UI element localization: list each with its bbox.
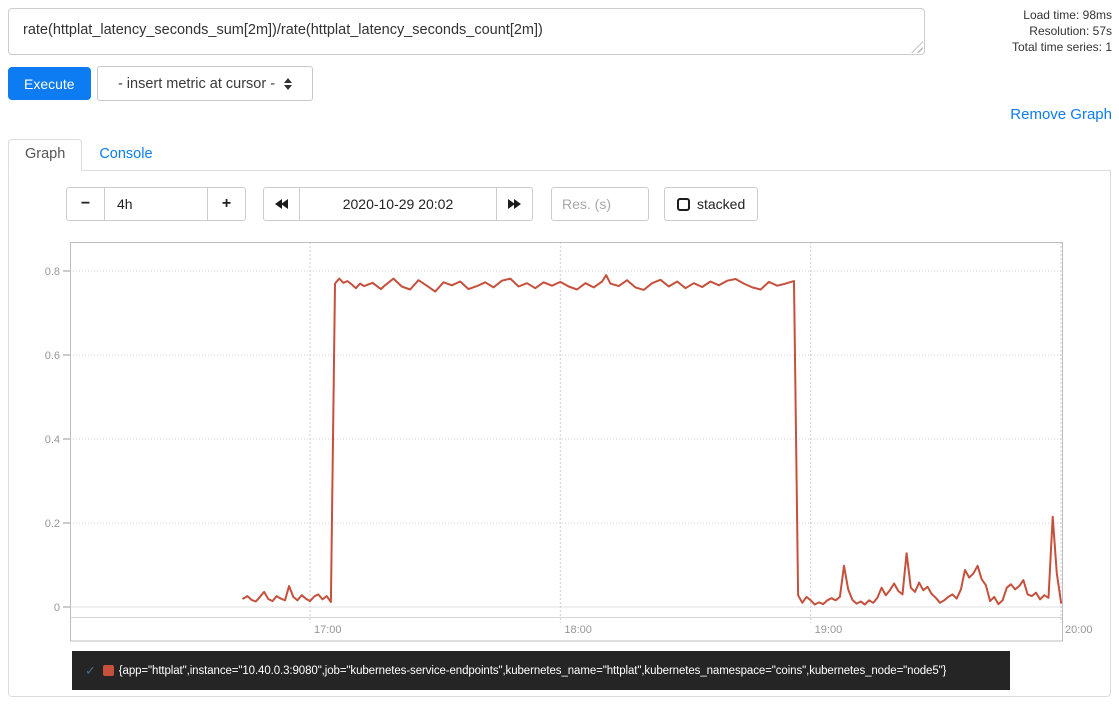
- svg-text:17:00: 17:00: [314, 624, 342, 636]
- total-series-stat: Total time series: 1: [1012, 39, 1112, 55]
- series-label: {app="httplat",instance="10.40.0.3:9080"…: [119, 665, 947, 677]
- svg-text:20:00: 20:00: [1065, 624, 1093, 636]
- legend[interactable]: ✓ {app="httplat",instance="10.40.0.3:908…: [72, 651, 1010, 690]
- svg-text:18:00: 18:00: [564, 624, 592, 636]
- svg-text:0.2: 0.2: [45, 518, 60, 530]
- load-time-stat: Load time: 98ms: [1012, 7, 1112, 23]
- series-color-swatch: [103, 665, 114, 676]
- svg-text:19:00: 19:00: [815, 624, 843, 636]
- insert-metric-select-value: - insert metric at cursor -: [118, 76, 275, 92]
- svg-text:0.6: 0.6: [45, 350, 60, 362]
- query-stats: Load time: 98ms Resolution: 57s Total ti…: [1012, 7, 1112, 55]
- svg-text:0.8: 0.8: [45, 266, 60, 278]
- query-editor: rate(httplat_latency_seconds_sum[2m])/ra…: [8, 8, 925, 55]
- graph-panel: − + stacked 00.20.40.60.817:0018:0019:00…: [8, 171, 1111, 697]
- tab-console[interactable]: Console: [82, 139, 169, 171]
- series-visible-check-icon: ✓: [85, 663, 96, 679]
- execute-button[interactable]: Execute: [8, 67, 91, 100]
- graph-console-tabs: Graph Console: [8, 139, 1111, 171]
- prometheus-expression-browser: { "query_panel": { "expression": "rate(h…: [0, 0, 1119, 704]
- latency-line-chart[interactable]: 0 0.2 0.4 0.6 0.8 17:00 18:00 19:00 20:00: [9, 171, 1110, 695]
- query-expression-input[interactable]: rate(httplat_latency_seconds_sum[2m])/ra…: [8, 8, 925, 55]
- insert-metric-select[interactable]: - insert metric at cursor -: [97, 66, 313, 101]
- tab-graph[interactable]: Graph: [8, 139, 82, 171]
- svg-text:0: 0: [54, 602, 60, 614]
- select-updown-icon: [284, 78, 292, 90]
- svg-text:0.4: 0.4: [45, 434, 60, 446]
- resolution-stat: Resolution: 57s: [1012, 23, 1112, 39]
- remove-graph-link[interactable]: Remove Graph: [1010, 106, 1112, 123]
